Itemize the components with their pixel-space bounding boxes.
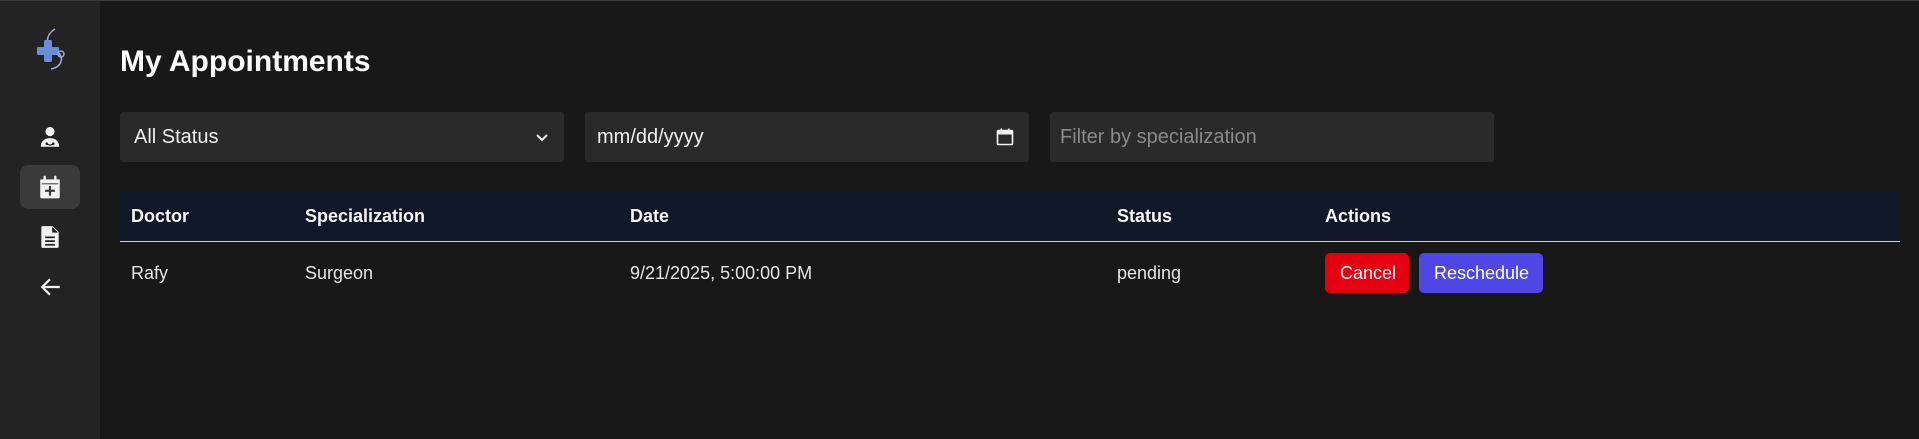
calendar-plus-icon xyxy=(40,175,60,199)
sidebar-item-records[interactable] xyxy=(20,215,80,259)
sidebar-item-appointments[interactable] xyxy=(20,165,80,209)
main-content: My Appointments All Status mm/dd/yyyy Fi… xyxy=(100,1,1919,439)
sidebar-item-back[interactable] xyxy=(20,265,80,309)
table-row: Rafy Surgeon 9/21/2025, 5:00:00 PM pendi… xyxy=(120,242,1900,304)
medical-logo-icon xyxy=(37,28,65,70)
column-header-date: Date xyxy=(630,205,670,226)
cell-doctor: Rafy xyxy=(131,262,169,283)
specialization-filter-placeholder: Filter by specialization xyxy=(1060,125,1257,148)
arrow-left-icon xyxy=(40,278,60,296)
calendar-icon[interactable] xyxy=(995,127,1015,147)
document-icon xyxy=(41,226,59,248)
date-filter-value: mm/dd/yyyy xyxy=(597,125,704,148)
reschedule-button[interactable]: Reschedule xyxy=(1419,253,1543,293)
page-title: My Appointments xyxy=(120,45,371,78)
cell-date: 9/21/2025, 5:00:00 PM xyxy=(630,262,813,283)
status-filter-select[interactable]: All Status xyxy=(120,112,564,162)
doctor-icon xyxy=(40,127,60,147)
sidebar-item-doctors[interactable] xyxy=(20,115,80,159)
filter-bar: All Status mm/dd/yyyy Filter by speciali… xyxy=(120,112,1494,162)
status-filter-value: All Status xyxy=(134,125,219,148)
appointments-table: Doctor Specialization Date Status Action… xyxy=(120,191,1900,304)
column-header-status: Status xyxy=(1117,205,1173,226)
chevron-down-icon xyxy=(536,134,548,142)
column-header-doctor: Doctor xyxy=(131,205,189,226)
cell-status: pending xyxy=(1117,262,1182,283)
specialization-filter-input[interactable]: Filter by specialization xyxy=(1050,112,1494,162)
cancel-button[interactable]: Cancel xyxy=(1325,253,1409,293)
cell-specialization: Surgeon xyxy=(305,262,374,283)
cell-actions: Cancel Reschedule xyxy=(1325,253,1900,293)
column-header-specialization: Specialization xyxy=(305,205,426,226)
table-header: Doctor Specialization Date Status Action… xyxy=(120,191,1900,242)
app-window: My Appointments All Status mm/dd/yyyy Fi… xyxy=(0,0,1919,439)
column-header-actions: Actions xyxy=(1325,205,1392,226)
date-filter-input[interactable]: mm/dd/yyyy xyxy=(585,112,1029,162)
sidebar xyxy=(0,1,100,439)
